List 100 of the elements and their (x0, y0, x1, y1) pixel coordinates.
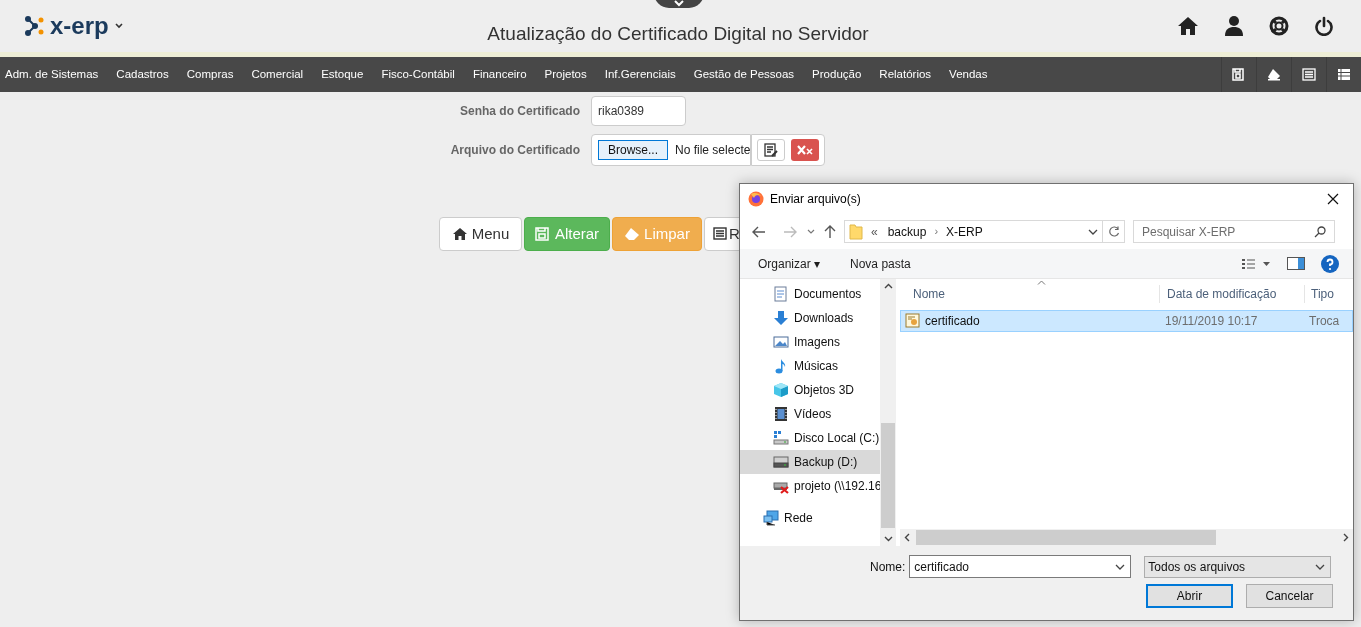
breadcrumb[interactable]: backup (887, 222, 927, 241)
list-icon[interactable] (1302, 68, 1316, 81)
field-label: Arquivo do Certificado (449, 142, 581, 159)
chevron-icon (1315, 563, 1326, 570)
view-options-icon[interactable] (1241, 257, 1271, 270)
network-icon (763, 510, 779, 526)
menu-item[interactable]: Produção (812, 65, 862, 84)
menu-item[interactable]: Inf.Gerenciais (604, 65, 676, 84)
menu-item[interactable]: Fisco-Contábil (381, 65, 455, 84)
document-icon (773, 286, 789, 302)
file-name: certificado (925, 313, 980, 330)
preview-pane-icon[interactable] (1287, 257, 1305, 270)
up-icon[interactable] (824, 224, 836, 239)
menu-item[interactable]: Adm. de Sistemas (5, 65, 99, 84)
list-icon (713, 227, 727, 241)
nav-item[interactable]: Documentos (740, 282, 880, 306)
column-header[interactable]: Data de modificação (1159, 285, 1304, 303)
open-button[interactable]: Abrir (1146, 584, 1233, 608)
toolbar-button[interactable]: Organizar ▾ (758, 254, 821, 273)
search-icon (1314, 225, 1326, 238)
password-field[interactable]: rika0389 (591, 96, 686, 126)
nav-item[interactable]: Disco Local (C:) (740, 426, 880, 450)
nav-item[interactable]: Rede (740, 506, 880, 530)
power-icon[interactable] (1315, 16, 1333, 36)
back-icon[interactable] (752, 225, 766, 238)
browser-icon (748, 191, 764, 207)
nav-item[interactable]: Backup (D:) (740, 450, 880, 474)
refresh-icon[interactable] (1107, 225, 1120, 238)
scrollbar[interactable] (900, 529, 1353, 546)
home-icon[interactable] (1177, 16, 1199, 36)
nav-item[interactable]: Imagens (740, 330, 880, 354)
caret-icon[interactable] (114, 23, 123, 29)
lifebuoy-icon[interactable] (1269, 16, 1289, 36)
search-field[interactable]: Pesquisar X-ERP (1133, 220, 1335, 243)
logo-icon (24, 16, 44, 36)
dialog-title: Enviar arquivo(s) (770, 191, 861, 208)
user-icon[interactable] (1225, 16, 1243, 36)
logo-text: x-erp (50, 14, 109, 38)
menu-button[interactable]: Menu (439, 217, 522, 251)
film-icon (773, 406, 789, 422)
file-type: Troca (1308, 313, 1341, 330)
browse-button[interactable]: Browse... (598, 140, 668, 160)
help-icon[interactable] (1321, 254, 1339, 273)
scrollbar[interactable] (880, 279, 896, 546)
sort-icon (1037, 280, 1046, 285)
edit-button[interactable] (757, 139, 785, 161)
eraser-icon (624, 227, 641, 241)
menu-item[interactable]: Gestão de Pessoas (693, 65, 795, 84)
filename-combobox[interactable]: certificado (909, 555, 1132, 578)
chevron-icon[interactable] (1088, 228, 1098, 235)
address-bar[interactable]: « backup › X-ERP (844, 220, 1125, 243)
save-icon (534, 227, 551, 241)
nav-item[interactable]: Objetos 3D (740, 378, 880, 402)
chevron-icon (674, 0, 684, 7)
menu-item[interactable]: Relatórios (879, 65, 932, 84)
scroll-right-icon (1343, 533, 1349, 542)
nav-item[interactable]: Downloads (740, 306, 880, 330)
field-label: Nome: (870, 558, 906, 576)
close-icon (1327, 193, 1339, 205)
nav-item[interactable]: Músicas (740, 354, 880, 378)
scrollbar-thumb[interactable] (881, 422, 895, 528)
menu-item[interactable]: Estoque (321, 65, 364, 84)
document-edit-icon (764, 143, 778, 157)
scroll-left-icon (904, 533, 910, 542)
drive-icon (773, 430, 789, 446)
menu-item[interactable]: Projetos (544, 65, 587, 84)
column-header[interactable]: Nome (900, 285, 1159, 303)
certificate-icon (905, 313, 921, 329)
eraser-icon[interactable] (1267, 68, 1281, 81)
clear-icon (797, 145, 813, 155)
save-icon[interactable] (1232, 68, 1246, 81)
column-header[interactable]: Tipo (1304, 285, 1353, 303)
filename-field[interactable]: certificado (914, 557, 1116, 576)
table-icon[interactable] (1337, 68, 1351, 81)
file-input[interactable]: Browse... No file selecte (591, 134, 751, 166)
file-date: 19/11/2019 10:17 (1164, 313, 1259, 330)
field-label: Senha do Certificado (458, 103, 581, 120)
download-icon (773, 310, 789, 326)
nav-item[interactable]: Vídeos (740, 402, 880, 426)
scrollbar-thumb[interactable] (916, 530, 1216, 545)
file-type-select[interactable]: Todos os arquivos (1144, 555, 1332, 578)
remove-button[interactable] (791, 139, 819, 161)
breadcrumb-separator: › (934, 224, 939, 240)
menu-item[interactable]: Financeiro (472, 65, 527, 84)
scroll-down-icon (883, 536, 893, 542)
cancel-button[interactable]: Cancelar (1246, 584, 1333, 608)
breadcrumb[interactable]: X-ERP (946, 222, 983, 241)
file-status: No file selecte (675, 142, 750, 159)
nav-item[interactable]: projeto (\\192.16 (740, 474, 880, 498)
menu-item[interactable]: Compras (186, 65, 234, 84)
breadcrumb[interactable]: « (871, 222, 878, 241)
search-input[interactable]: Pesquisar X-ERP (1142, 222, 1314, 241)
cube-icon (773, 382, 789, 398)
toolbar-button[interactable]: Nova pasta (850, 254, 911, 273)
dropdown-icon[interactable] (807, 228, 815, 235)
file-row[interactable]: certificado 19/11/2019 10:17 Troca (900, 310, 1353, 332)
menu-item[interactable]: Cadastros (116, 65, 169, 84)
home-icon (451, 227, 468, 241)
menu-item[interactable]: Comercial (251, 65, 304, 84)
menu-item[interactable]: Vendas (949, 65, 988, 84)
